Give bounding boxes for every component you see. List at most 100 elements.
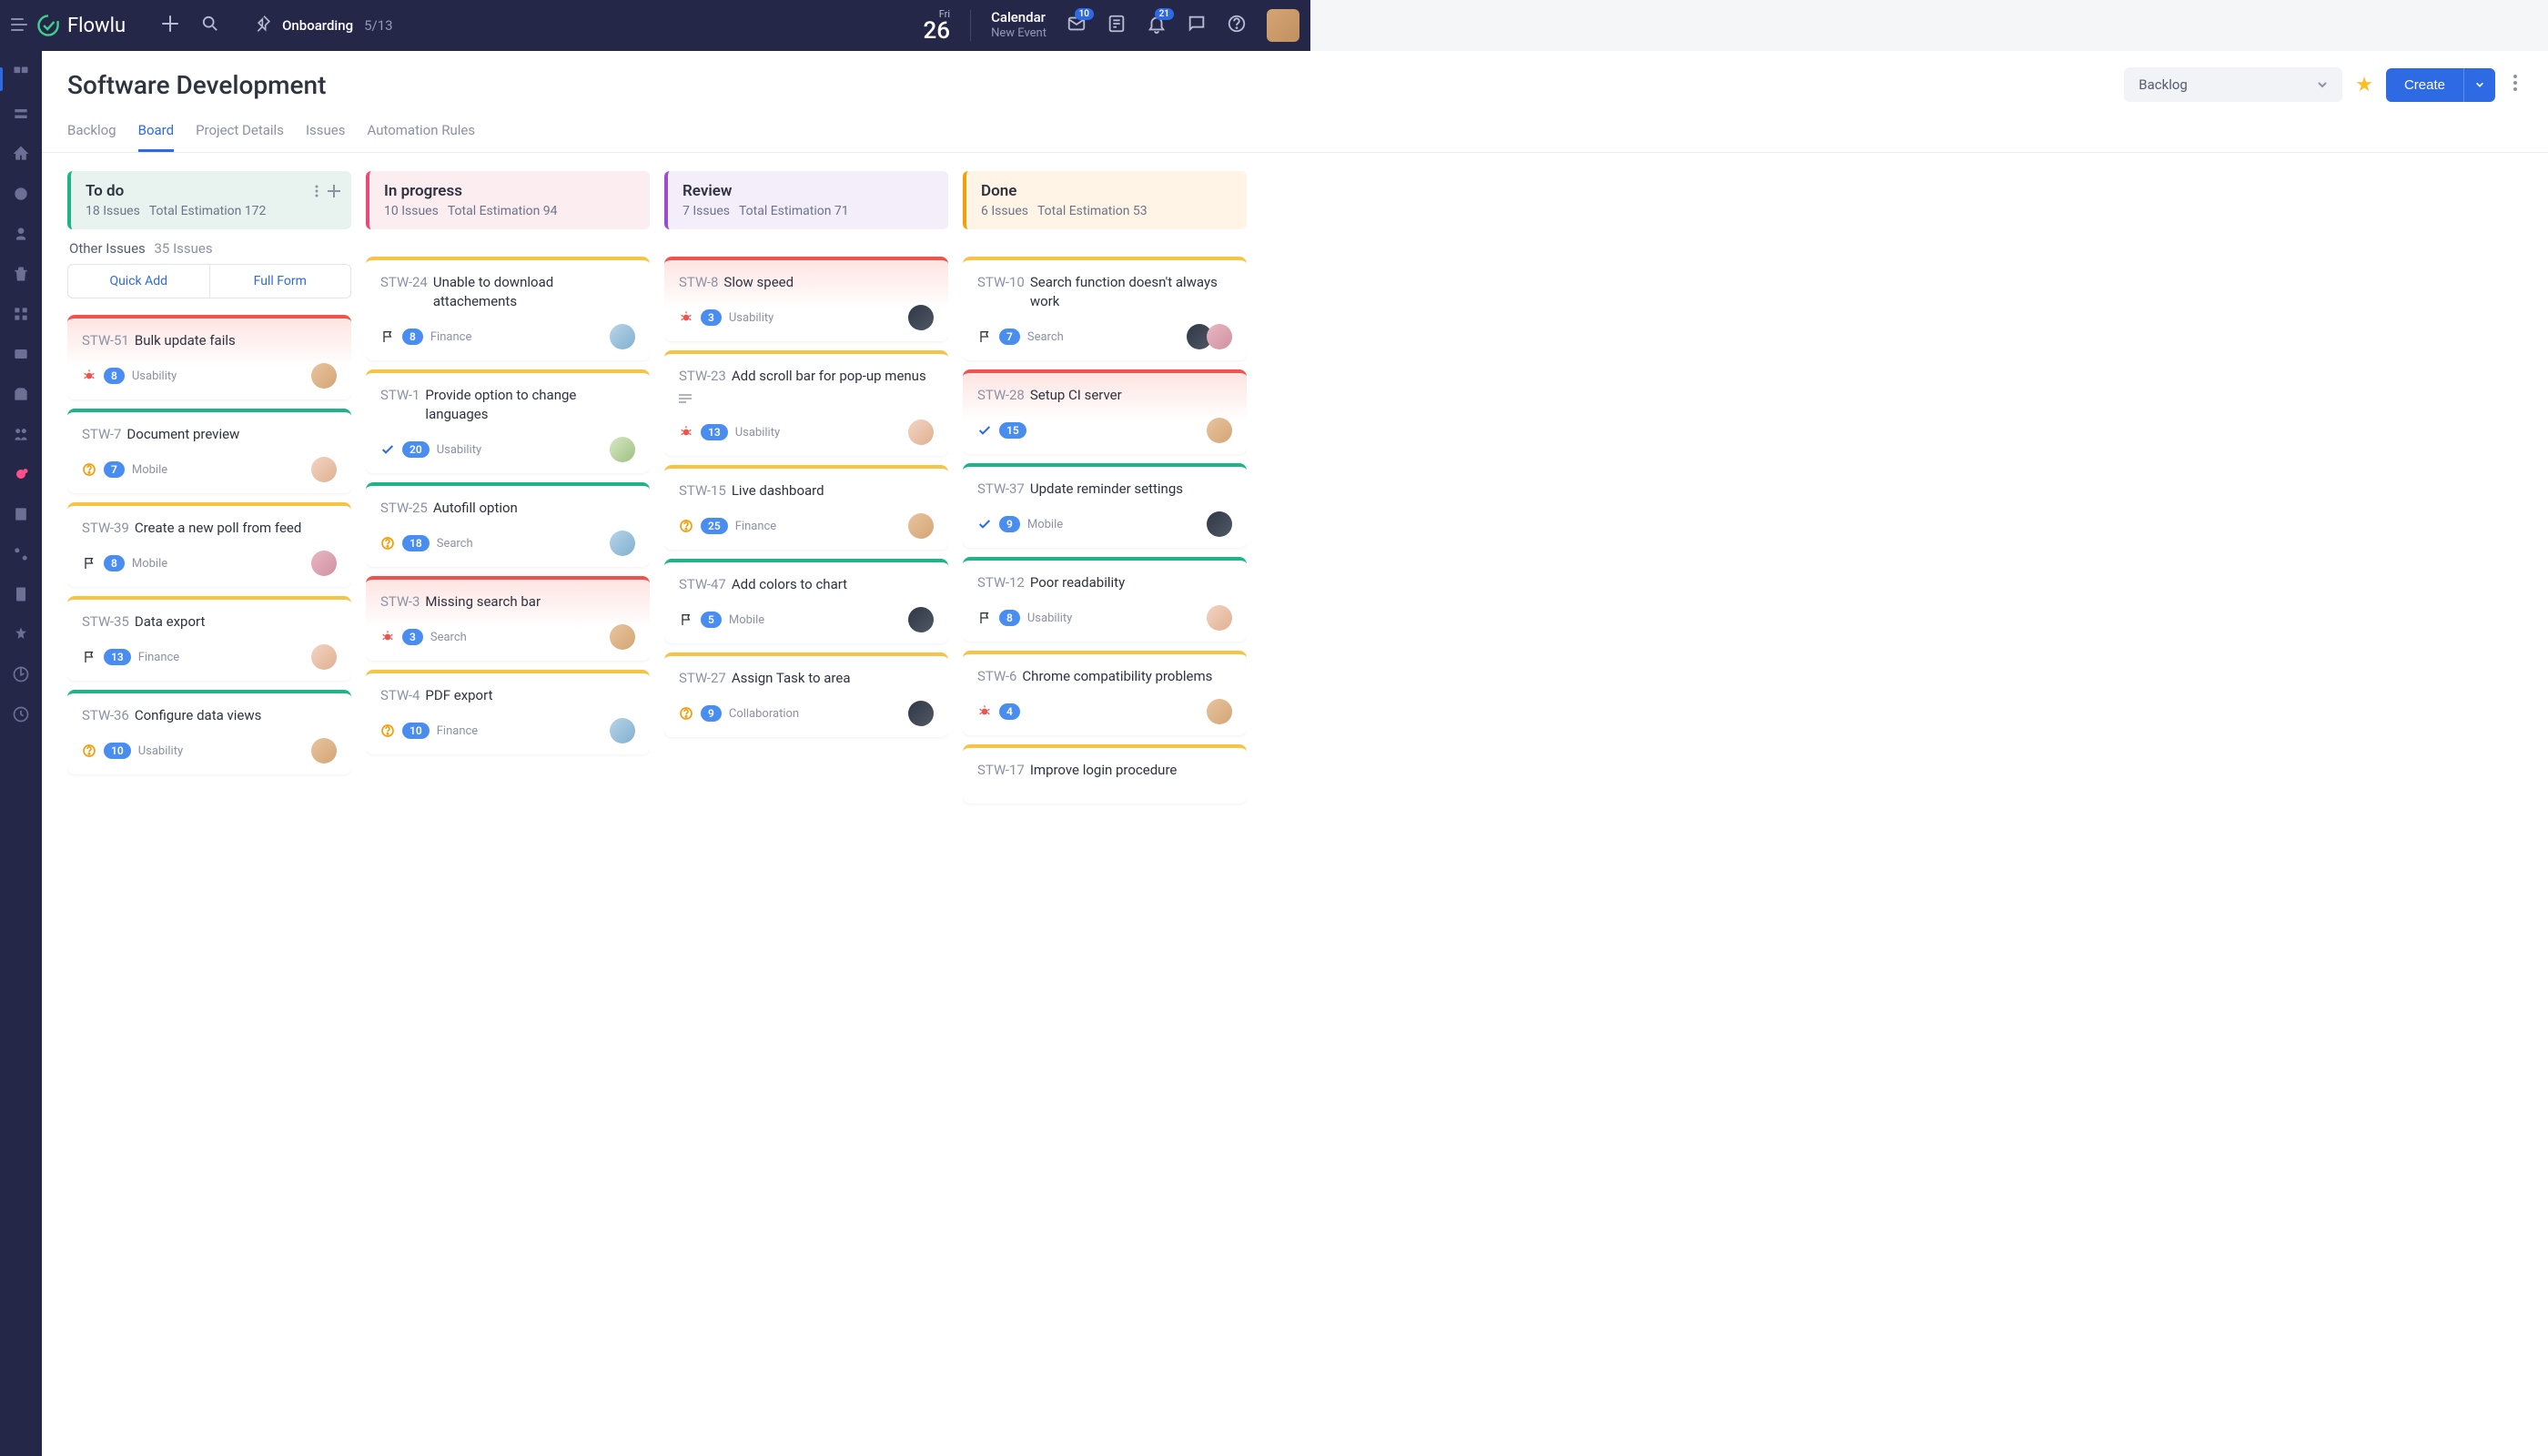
assignee-avatar[interactable] <box>908 305 934 330</box>
rail-item-12[interactable] <box>11 544 31 564</box>
help-icon[interactable] <box>1227 14 1247 37</box>
quick-add-button[interactable]: Quick Add <box>68 265 210 298</box>
rail-item-10[interactable] <box>11 424 31 444</box>
card-title: Document preview <box>126 425 239 444</box>
card-STW-7[interactable]: STW-7Document preview 7Mobile <box>67 409 351 493</box>
menu-toggle-icon[interactable] <box>11 17 27 35</box>
card-STW-39[interactable]: STW-39Create a new poll from feed 8Mobil… <box>67 502 351 587</box>
assignee-avatar[interactable] <box>610 624 635 650</box>
onboarding-widget[interactable]: Onboarding 5/13 <box>255 15 393 36</box>
assignee-avatar[interactable] <box>610 531 635 556</box>
full-form-button[interactable]: Full Form <box>210 265 351 298</box>
add-icon[interactable] <box>162 15 178 35</box>
column-header[interactable]: In progress 10 IssuesTotal Estimation 94 <box>366 171 650 229</box>
rail-item-13[interactable] <box>11 584 31 604</box>
notes-icon[interactable] <box>1107 14 1127 37</box>
user-avatar[interactable] <box>1267 9 1299 42</box>
rail-item-9[interactable] <box>11 384 31 404</box>
mail-icon[interactable]: 10 <box>1067 14 1087 37</box>
rail-item-2[interactable] <box>11 104 31 124</box>
create-button[interactable]: Create <box>2386 68 2463 102</box>
tab-issues[interactable]: Issues <box>306 115 346 152</box>
card-STW-23[interactable]: STW-23Add scroll bar for pop-up menus 13… <box>664 350 948 456</box>
assignee-avatar[interactable] <box>1207 605 1232 631</box>
card-tag: Finance <box>430 330 471 344</box>
assignee-avatar[interactable] <box>610 437 635 462</box>
card-STW-10[interactable]: STW-10Search function doesn't always wor… <box>963 257 1247 360</box>
avatar[interactable] <box>1207 324 1232 349</box>
issue-type-icon <box>679 612 693 627</box>
chat-icon[interactable] <box>1187 14 1207 37</box>
card-STW-28[interactable]: STW-28Setup CI server 15 <box>963 369 1247 454</box>
more-icon[interactable] <box>2508 69 2523 100</box>
calendar-widget[interactable]: Calendar New Event <box>991 9 1046 42</box>
rail-item-7[interactable] <box>11 304 31 324</box>
rail-item-3[interactable] <box>11 144 31 164</box>
column-header[interactable]: To do 18 IssuesTotal Estimation 172 <box>67 171 351 229</box>
brand-logo[interactable]: Flowlu <box>36 14 126 37</box>
rail-item-4[interactable] <box>11 184 31 204</box>
assignee-avatar[interactable] <box>311 644 337 670</box>
card-STW-36[interactable]: STW-36Configure data views 10Usability <box>67 690 351 774</box>
card-STW-3[interactable]: STW-3Missing search bar 3Search <box>366 576 650 661</box>
column-progress: In progress 10 IssuesTotal Estimation 94… <box>366 171 650 1432</box>
rail-item-14[interactable] <box>11 624 31 644</box>
assignee-avatar[interactable] <box>311 363 337 389</box>
issue-type-icon <box>380 536 395 551</box>
card-id: STW-25 <box>380 499 428 518</box>
rail-item-15[interactable] <box>11 664 31 684</box>
search-icon[interactable] <box>202 15 218 35</box>
assignee-avatar[interactable] <box>311 551 337 576</box>
assignee-avatar[interactable] <box>1207 699 1232 724</box>
rail-item-1[interactable] <box>11 64 31 84</box>
backlog-select[interactable]: Backlog <box>2124 67 2342 102</box>
card-STW-1[interactable]: STW-1Provide option to change languages … <box>366 369 650 473</box>
tab-project-details[interactable]: Project Details <box>196 115 284 152</box>
assignee-avatar[interactable] <box>1207 418 1232 443</box>
card-STW-47[interactable]: STW-47Add colors to chart 5Mobile <box>664 559 948 643</box>
star-icon[interactable]: ★ <box>2355 74 2373 96</box>
rail-item-16[interactable] <box>11 704 31 724</box>
assignee-avatar[interactable] <box>610 718 635 743</box>
column-header[interactable]: Done 6 IssuesTotal Estimation 53 <box>963 171 1247 229</box>
assignee-avatar[interactable] <box>311 738 337 763</box>
create-dropdown[interactable] <box>2463 68 2495 102</box>
rail-item-11[interactable] <box>11 504 31 524</box>
assignee-avatar[interactable] <box>908 513 934 539</box>
assignee-avatar[interactable] <box>610 324 635 349</box>
assignee-avatar[interactable] <box>1207 511 1232 537</box>
column-more-icon[interactable] <box>315 184 318 201</box>
assignee-avatar[interactable] <box>311 457 337 482</box>
card-STW-17[interactable]: STW-17Improve login procedure <box>963 744 1247 804</box>
assignee-avatar[interactable] <box>908 420 934 445</box>
card-STW-8[interactable]: STW-8Slow speed 3Usability <box>664 257 948 341</box>
date-widget[interactable]: Fri 26 <box>924 9 951 43</box>
card-STW-27[interactable]: STW-27Assign Task to area 9Collaboration <box>664 652 948 737</box>
tab-backlog[interactable]: Backlog <box>67 115 116 152</box>
rail-item-6[interactable] <box>11 264 31 284</box>
calendar-subtitle: New Event <box>991 26 1046 42</box>
card-STW-24[interactable]: STW-24Unable to download attachements 8F… <box>366 257 650 360</box>
card-STW-6[interactable]: STW-6Chrome compatibility problems 4 <box>963 651 1247 735</box>
rail-item-active[interactable] <box>11 464 31 484</box>
card-STW-25[interactable]: STW-25Autofill option 18Search <box>366 482 650 567</box>
tab-board[interactable]: Board <box>138 115 174 152</box>
rail-item-5[interactable] <box>11 224 31 244</box>
bell-icon[interactable]: 21 <box>1147 14 1167 37</box>
card-STW-37[interactable]: STW-37Update reminder settings 9Mobile <box>963 463 1247 548</box>
card-STW-4[interactable]: STW-4PDF export 10Finance <box>366 670 650 754</box>
card-STW-35[interactable]: STW-35Data export 13Finance <box>67 596 351 681</box>
card-STW-12[interactable]: STW-12Poor readability 8Usability <box>963 557 1247 642</box>
card-STW-15[interactable]: STW-15Live dashboard 25Finance <box>664 465 948 550</box>
card-meta: 3Usability <box>679 309 774 326</box>
assignee-avatar[interactable] <box>908 607 934 632</box>
column-header[interactable]: Review 7 IssuesTotal Estimation 71 <box>664 171 948 229</box>
card-STW-51[interactable]: STW-51Bulk update fails 8Usability <box>67 315 351 399</box>
tab-automation-rules[interactable]: Automation Rules <box>367 115 475 152</box>
issue-type-icon <box>380 442 395 457</box>
rail-item-8[interactable] <box>11 344 31 364</box>
column-title: To do <box>86 182 337 200</box>
assignee-avatar[interactable] <box>908 701 934 726</box>
card-id: STW-39 <box>82 519 129 538</box>
column-add-icon[interactable] <box>328 184 340 201</box>
